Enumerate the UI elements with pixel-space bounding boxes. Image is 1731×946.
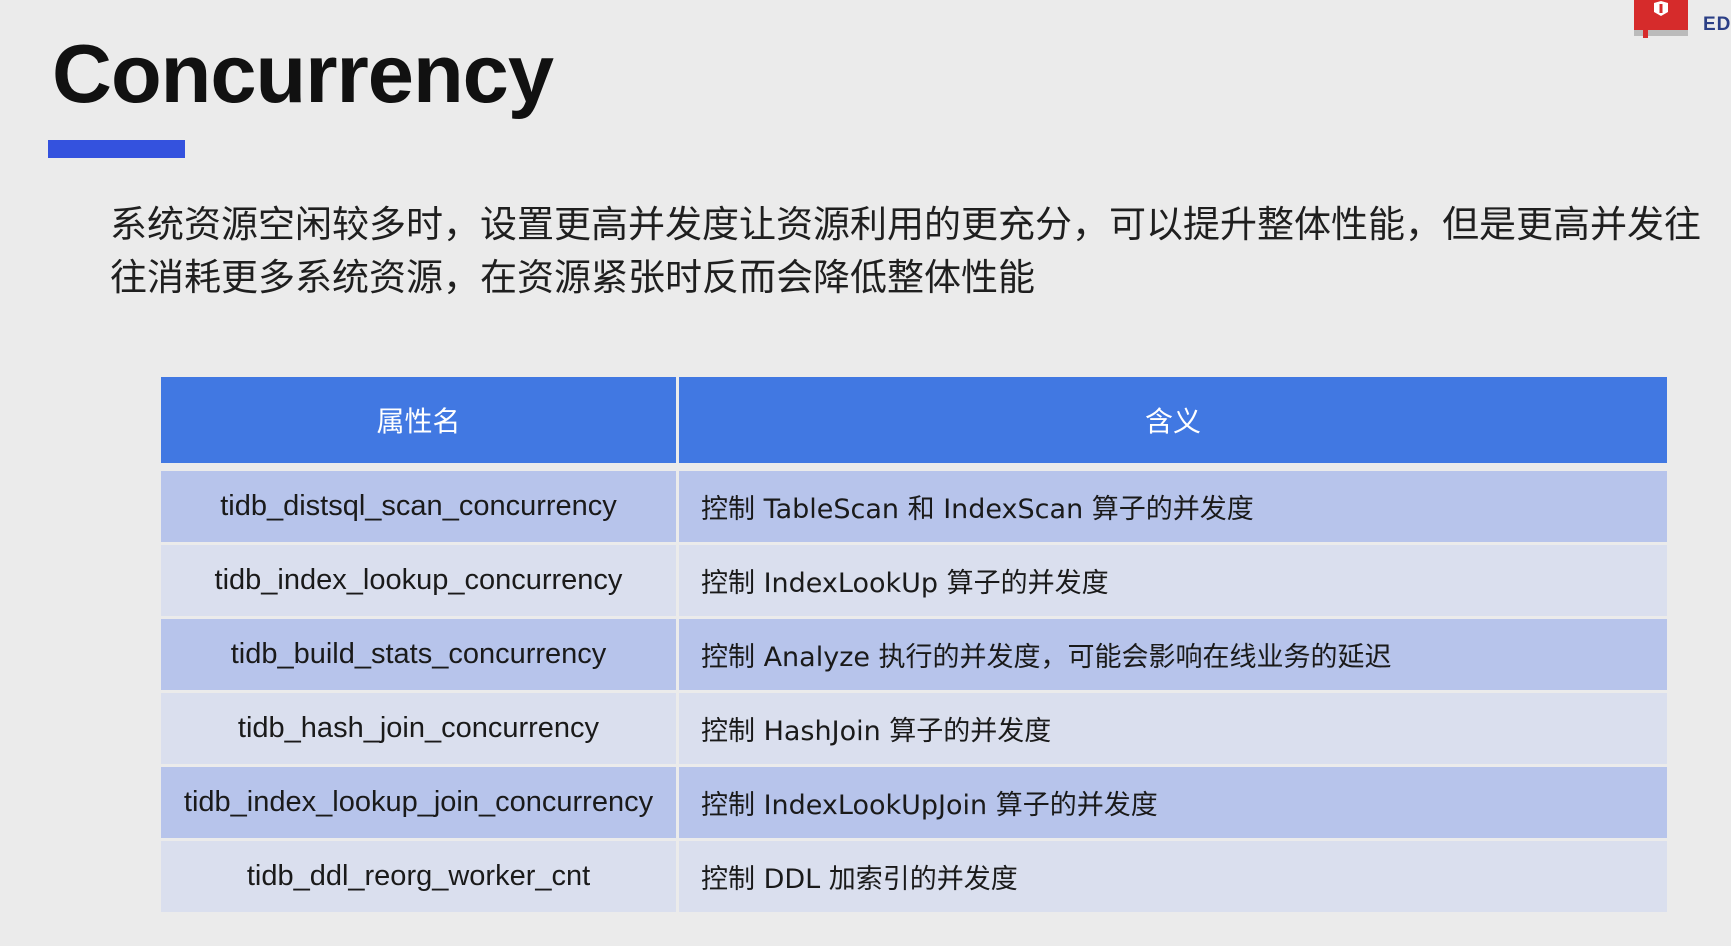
attribute-name-cell: tidb_ddl_reorg_worker_cnt xyxy=(161,841,676,915)
logo-text: ED xyxy=(1703,14,1731,35)
table-row: tidb_distsql_scan_concurrency 控制 TableSc… xyxy=(161,471,1667,545)
meaning-cell: 控制 TableScan 和 IndexScan 算子的并发度 xyxy=(676,471,1667,545)
attribute-name-cell: tidb_hash_join_concurrency xyxy=(161,693,676,767)
table-row: tidb_build_stats_concurrency 控制 Analyze … xyxy=(161,619,1667,693)
table-row: tidb_index_lookup_concurrency 控制 IndexLo… xyxy=(161,545,1667,619)
slide-title: Concurrency xyxy=(52,27,554,120)
table-header-row: 属性名 含义 xyxy=(161,377,1667,471)
attribute-name-cell: tidb_build_stats_concurrency xyxy=(161,619,676,693)
meaning-cell: 控制 Analyze 执行的并发度，可能会影响在线业务的延迟 xyxy=(676,619,1667,693)
header-attribute-name: 属性名 xyxy=(161,377,676,471)
slide-description: 系统资源空闲较多时，设置更高并发度让资源利用的更充分，可以提升整体性能，但是更高… xyxy=(110,203,1701,299)
title-accent-bar xyxy=(48,140,185,158)
table-row: tidb_hash_join_concurrency 控制 HashJoin 算… xyxy=(161,693,1667,767)
table-row: tidb_ddl_reorg_worker_cnt 控制 DDL 加索引的并发度 xyxy=(161,841,1667,915)
header-meaning: 含义 xyxy=(676,377,1667,471)
meaning-cell: 控制 DDL 加索引的并发度 xyxy=(676,841,1667,915)
meaning-cell: 控制 HashJoin 算子的并发度 xyxy=(676,693,1667,767)
attribute-name-cell: tidb_distsql_scan_concurrency xyxy=(161,471,676,545)
brand-logo-icon xyxy=(1634,0,1688,38)
attribute-name-cell: tidb_index_lookup_concurrency xyxy=(161,545,676,619)
meaning-cell: 控制 IndexLookUp 算子的并发度 xyxy=(676,545,1667,619)
attribute-name-cell: tidb_index_lookup_join_concurrency xyxy=(161,767,676,841)
concurrency-table: 属性名 含义 tidb_distsql_scan_concurrency 控制 … xyxy=(161,377,1667,915)
table-row: tidb_index_lookup_join_concurrency 控制 In… xyxy=(161,767,1667,841)
meaning-cell: 控制 IndexLookUpJoin 算子的并发度 xyxy=(676,767,1667,841)
